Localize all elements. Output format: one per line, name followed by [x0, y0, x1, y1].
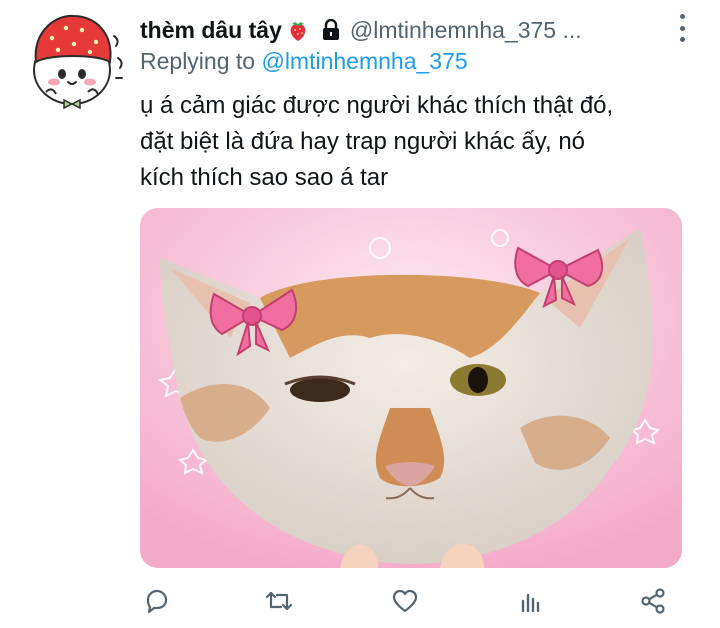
- user-handle[interactable]: @lmtinhemnha_375 ...: [350, 17, 582, 44]
- display-name[interactable]: thèm dâu tây: [140, 17, 282, 44]
- share-icon[interactable]: [636, 584, 670, 618]
- heart-icon[interactable]: [388, 584, 422, 618]
- lock-icon: [320, 19, 342, 41]
- replying-mention-link[interactable]: @lmtinhemnha_375: [261, 48, 467, 74]
- tweet-action-bar: [140, 584, 680, 618]
- tweet-header: thèm dâu tây @lmtinhemnha_375 ...: [140, 14, 700, 46]
- more-options-icon[interactable]: [678, 14, 686, 42]
- reply-icon[interactable]: [140, 584, 174, 618]
- tweet-text-line: đặt biệt là đứa hay trap người khác ấy, …: [140, 128, 586, 155]
- avatar[interactable]: [18, 8, 130, 116]
- tweet-text-line: kích thích sao sao á tar: [140, 164, 389, 191]
- retweet-icon[interactable]: [262, 584, 296, 618]
- tweet-text-line: ụ á cảm giác được người khác thích thật …: [140, 92, 614, 119]
- replying-to: Replying to @lmtinhemnha_375: [140, 48, 468, 75]
- tweet-text: ụ á cảm giác được người khác thích thật …: [140, 88, 700, 196]
- replying-prefix: Replying to: [140, 48, 256, 74]
- strawberry-icon: [286, 18, 310, 42]
- analytics-icon[interactable]: [514, 584, 548, 618]
- tweet-media-image[interactable]: [140, 208, 682, 568]
